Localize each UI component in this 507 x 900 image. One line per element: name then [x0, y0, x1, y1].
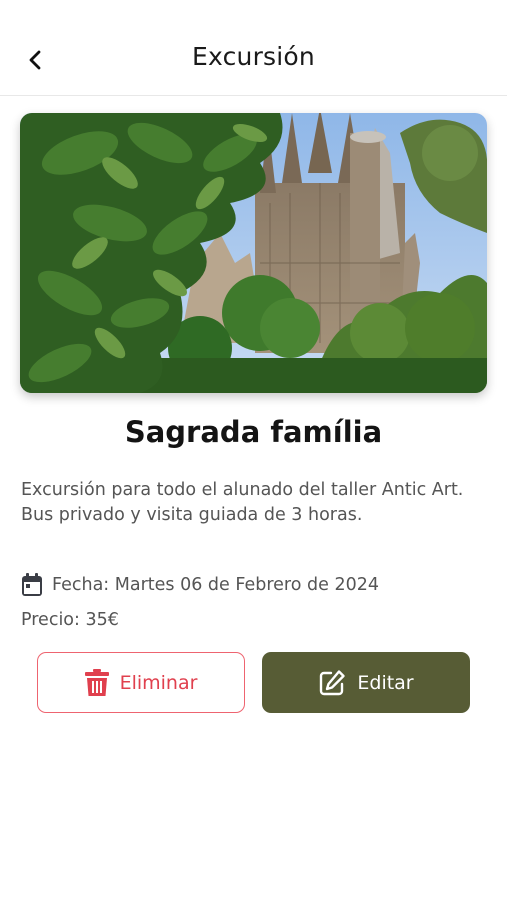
delete-button[interactable]: Eliminar — [37, 652, 245, 713]
delete-label: Eliminar — [119, 671, 198, 694]
edit-icon — [318, 669, 346, 697]
excursion-title: Sagrada família — [124, 415, 383, 449]
edit-label: Editar — [357, 671, 414, 694]
trash-icon — [84, 668, 109, 697]
page-title: Excursión — [192, 42, 315, 71]
calendar-icon — [21, 573, 43, 597]
date-row: Fecha: Martes 06 de Febrero de 2024 — [21, 573, 379, 597]
excursion-description: Excursión para todo el alunado del talle… — [21, 480, 464, 525]
app-header: Excursión — [0, 0, 507, 96]
excursion-photo — [20, 113, 487, 393]
price-text: Precio: 35€ — [21, 610, 119, 630]
date-text: Fecha: Martes 06 de Febrero de 2024 — [52, 575, 379, 595]
edit-button[interactable]: Editar — [262, 652, 470, 713]
